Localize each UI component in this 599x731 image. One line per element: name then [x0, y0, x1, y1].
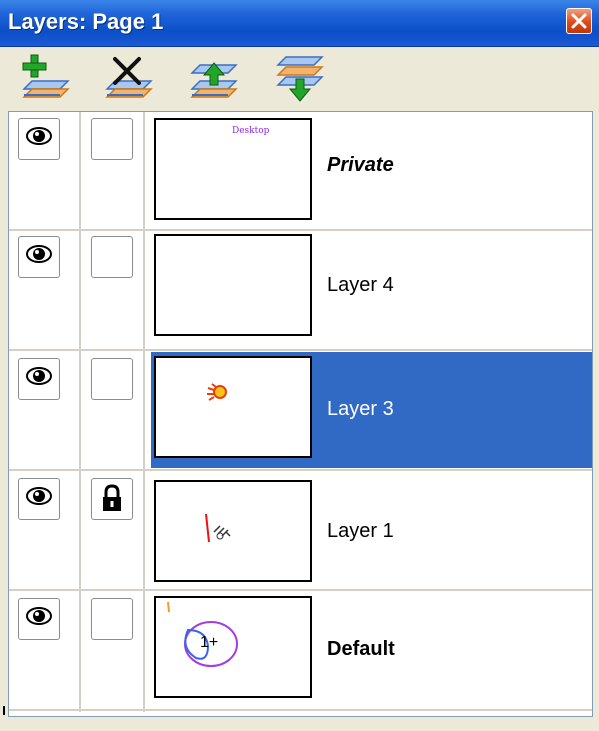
- new-layer-icon: [22, 54, 70, 98]
- row-divider: [9, 229, 592, 231]
- delete-layer-button[interactable]: [103, 53, 155, 103]
- toolbar: [0, 47, 599, 109]
- lock-toggle[interactable]: [91, 598, 133, 640]
- move-layer-up-button[interactable]: [188, 53, 240, 103]
- layer-name: Layer 4: [327, 274, 394, 296]
- lock-toggle[interactable]: [91, 118, 133, 160]
- lock-toggle[interactable]: [91, 236, 133, 278]
- row-divider: [9, 349, 592, 351]
- visibility-toggle[interactable]: [18, 478, 60, 520]
- layer-name: Private: [327, 154, 394, 176]
- layer-row[interactable]: Layer 1: [9, 472, 592, 592]
- sun-sketch-icon: [207, 383, 227, 401]
- move-layer-down-button[interactable]: [274, 53, 326, 103]
- layer-name: Default: [327, 638, 395, 660]
- layers-panel: Layers: Page 1 Desktop Private Layer 4 L…: [0, 0, 599, 731]
- layer-row[interactable]: Desktop Private: [9, 112, 592, 232]
- resize-grip: [3, 706, 5, 715]
- eye-icon: [26, 245, 52, 263]
- window-title: Layers: Page 1: [8, 9, 164, 34]
- layer-thumbnail: [154, 480, 312, 582]
- layer-thumbnail: Desktop: [154, 118, 312, 220]
- move-layer-down-icon: [276, 56, 324, 102]
- row-divider: [9, 469, 592, 471]
- eye-icon: [26, 127, 52, 145]
- visibility-toggle[interactable]: [18, 358, 60, 400]
- visibility-toggle[interactable]: [18, 598, 60, 640]
- close-icon: [571, 13, 587, 29]
- layer-name: Layer 1: [327, 520, 394, 542]
- sketch-marks-icon: [205, 513, 231, 543]
- eye-icon: [26, 607, 52, 625]
- layer-thumbnail: [154, 356, 312, 458]
- eye-icon: [26, 487, 52, 505]
- close-button[interactable]: [566, 8, 592, 34]
- row-divider: [9, 589, 592, 591]
- visibility-toggle[interactable]: [18, 118, 60, 160]
- layer-name: Layer 3: [327, 398, 394, 420]
- eye-icon: [26, 367, 52, 385]
- thumbnail-text: 1+: [200, 634, 219, 651]
- new-layer-button[interactable]: [20, 53, 72, 103]
- lock-toggle[interactable]: [91, 358, 133, 400]
- layer-row[interactable]: 1+ Default: [9, 592, 592, 712]
- lock-toggle[interactable]: [91, 478, 133, 520]
- layer-thumbnail: [154, 234, 312, 336]
- layer-row[interactable]: Layer 4: [9, 232, 592, 352]
- bottom-border: [8, 718, 593, 731]
- visibility-toggle[interactable]: [18, 236, 60, 278]
- delete-layer-icon: [105, 57, 153, 98]
- thumbnail-text: Desktop: [232, 126, 270, 136]
- layer-list[interactable]: Desktop Private Layer 4 Layer 3 Layer 1 …: [8, 111, 593, 717]
- title-bar: Layers: Page 1: [0, 0, 599, 47]
- padlock-icon: [103, 484, 121, 511]
- layer-row-selected[interactable]: Layer 3: [9, 352, 592, 472]
- layer-thumbnail: 1+: [154, 596, 312, 698]
- move-layer-up-icon: [190, 62, 238, 98]
- row-divider: [9, 709, 592, 711]
